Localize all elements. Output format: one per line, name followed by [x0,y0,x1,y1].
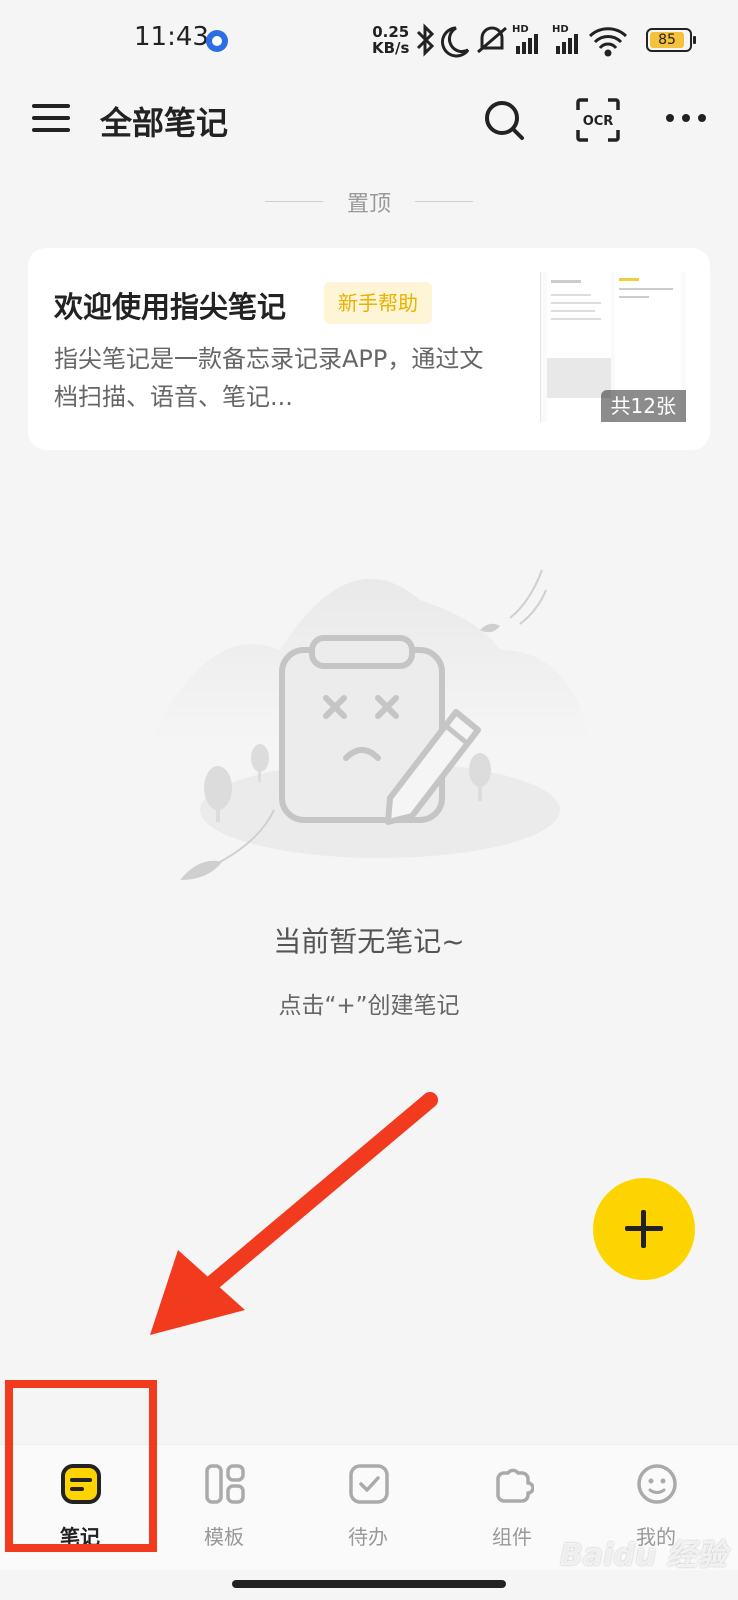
nav-label: 组件 [492,1525,532,1549]
pinned-label: 置顶 [346,192,391,217]
more-options-icon[interactable] [664,106,708,130]
pinned-section-divider: 置顶 [265,186,473,217]
annotation-arrow-icon [150,1092,438,1335]
page-title: 全部笔记 [100,104,229,142]
search-icon[interactable] [482,98,526,142]
mute-icon [477,26,507,54]
nav-tab-templates[interactable]: 模板 [164,1463,284,1563]
empty-state-hint: 点击“+”创建笔记 [278,993,460,1019]
ocr-scan-icon[interactable]: OCR [576,98,620,142]
home-indicator[interactable] [232,1580,506,1588]
notification-dot-icon [206,30,228,52]
nav-label: 待办 [348,1525,388,1549]
widget-icon [496,1468,534,1503]
wifi-icon [588,27,628,57]
image-count-badge: 共12张 [600,390,686,422]
create-note-button[interactable] [593,1178,695,1280]
app-header: 全部笔记 OCR [0,80,738,160]
pinned-note-card[interactable]: 欢迎使用指尖笔记 新手帮助 指尖笔记是一款备忘录记录APP，通过文档扫描、语音、… [28,248,710,450]
profile-icon [637,1464,677,1504]
moon-icon [441,26,470,58]
status-icons: HD HD [416,23,628,58]
nav-tab-widgets[interactable]: 组件 [452,1463,572,1563]
network-speed: 0.25 KB/s [372,23,410,57]
nav-label: 模板 [204,1525,244,1549]
battery-icon: 85 [646,28,696,52]
battery-level: 85 [650,32,684,48]
signal-1-icon: HD [512,24,538,54]
nav-tab-todo[interactable]: 待办 [308,1463,428,1563]
note-thumbnail: 共12张 [540,272,686,422]
status-bar: 11:43 0.25 KB/s HD HD 85 [0,0,738,80]
annotation-highlight-box [5,1380,157,1552]
note-title: 欢迎使用指尖笔记 [54,290,287,324]
note-tag: 新手帮助 [324,282,432,324]
bluetooth-icon [416,23,435,57]
watermark: Baidu 经验 [560,1538,727,1573]
note-preview: 指尖笔记是一款备忘录记录APP，通过文档扫描、语音、笔记... [54,345,484,411]
svg-text:HD: HD [512,24,529,35]
signal-2-icon: HD [552,24,578,54]
menu-icon[interactable] [32,102,72,134]
status-time: 11:43 [134,22,209,52]
empty-notes-illustration [150,569,590,880]
empty-state-title: 当前暂无笔记~ [273,925,465,958]
svg-text:OCR: OCR [583,114,614,129]
template-icon [205,1464,245,1504]
todo-icon [349,1464,389,1504]
svg-text:HD: HD [552,24,569,35]
